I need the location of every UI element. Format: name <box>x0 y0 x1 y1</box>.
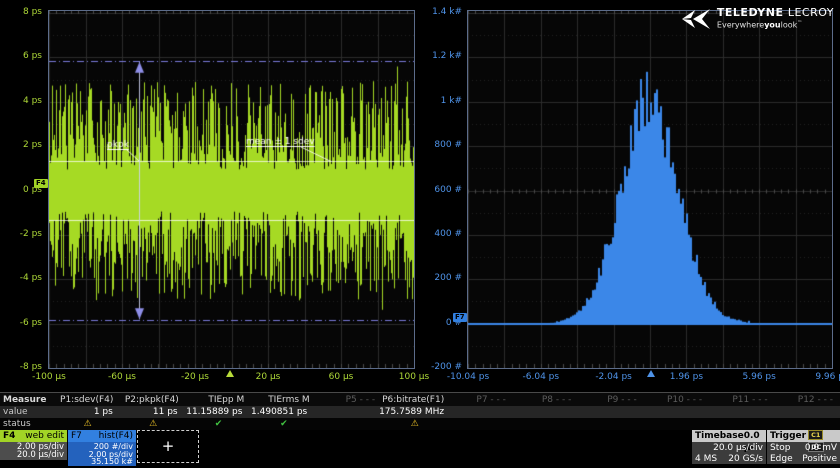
axis-tick-label: 1 k# <box>420 96 462 106</box>
trigger-title: Trigger <box>770 430 806 442</box>
f7-descriptor-box[interactable]: F7hist(F4) 200 #/div2.00 ps/div35.150 k# <box>68 430 136 466</box>
measure-param-value: 1.490851 ps <box>249 407 314 417</box>
histogram-grid[interactable] <box>467 10 833 369</box>
right-trigger-position-marker[interactable] <box>647 370 655 377</box>
measure-param-header[interactable]: P12 - - - <box>775 395 840 405</box>
axis-tick-label: 800 # <box>420 140 462 150</box>
timebase-descriptor-box[interactable]: Timebase0.0 µs 20.0 µs/div 4 MS 20 GS/s <box>692 430 766 464</box>
axis-tick-label: 9.96 ps <box>800 372 840 382</box>
timebase-samplerate: 20 GS/s <box>728 454 763 465</box>
warning-icon: ⚠ <box>120 419 185 430</box>
measure-param-value: 11 ps <box>120 407 185 417</box>
measure-param-header[interactable]: TIEpp M <box>186 395 251 405</box>
plus-icon: + <box>162 437 175 455</box>
warning-icon: ⚠ <box>55 419 120 430</box>
axis-tick-label: 6 ps <box>0 51 42 61</box>
axis-tick-label: -6 ps <box>0 318 42 328</box>
measure-param-value: 175.7589 MHz <box>379 407 451 417</box>
axis-tick-label: -20 µs <box>163 372 227 382</box>
f4-id: F4 <box>3 430 15 442</box>
f7-scale-line: 35.150 k# <box>71 458 133 466</box>
measure-value-row: value 1 ps11 ps11.15889 ps1.490851 ps 175… <box>0 406 840 418</box>
axis-tick-label: -100 µs <box>17 372 81 382</box>
trigger-slope: Positive <box>802 454 837 465</box>
axis-tick-label: 2 ps <box>0 140 42 150</box>
add-trace-button[interactable]: + <box>137 430 199 463</box>
timebase-memory: 4 MS <box>695 454 717 465</box>
measure-status-row: status ⚠⚠✔✔⚠ <box>0 418 840 430</box>
measure-param-header[interactable]: TIErms M <box>251 395 316 405</box>
axis-tick-label: 1.2 k# <box>420 51 462 61</box>
left-trigger-position-marker[interactable] <box>226 370 234 377</box>
f7-trace-badge[interactable]: F7 <box>453 313 467 322</box>
oscilloscope-screen: 8 ps6 ps4 ps2 ps0 ps-2 ps-4 ps-6 ps-8 ps… <box>0 0 840 468</box>
axis-tick-label: -60 µs <box>90 372 154 382</box>
left-plot-y-axis: 8 ps6 ps4 ps2 ps0 ps-2 ps-4 ps-6 ps-8 ps <box>0 10 45 369</box>
measure-table: Measure P1:sdev(F4)P2:pkpk(F4)TIEpp MTIE… <box>0 392 840 430</box>
axis-tick-label: 400 # <box>420 229 462 239</box>
timebase-scale: 20.0 µs/div <box>713 443 763 454</box>
axis-tick-label: 200 # <box>420 273 462 283</box>
axis-tick-label: 20 µs <box>236 372 300 382</box>
f4-descriptor-box[interactable]: F4web edit 2.00 ps/div20.0 µs/div <box>0 430 67 460</box>
axis-tick-label: 4 ps <box>0 96 42 106</box>
brand-tagline: Everywhereyoulook™ <box>717 19 834 30</box>
axis-tick-label: -2.04 ps <box>582 372 646 382</box>
teledyne-lecroy-logo: TELEDYNE LECROY Everywhereyoulook™ <box>682 7 834 31</box>
axis-tick-label: 1.96 ps <box>654 372 718 382</box>
measure-param-header[interactable]: P7 - - - <box>447 395 512 405</box>
f4-scale-line: 20.0 µs/div <box>3 451 64 459</box>
axis-tick-label: 5.96 ps <box>727 372 791 382</box>
tie-track-grid[interactable] <box>48 10 415 369</box>
measure-param-header[interactable]: P5 - - - <box>317 395 382 405</box>
warning-icon: ⚠ <box>382 419 447 430</box>
check-icon: ✔ <box>251 419 316 430</box>
measure-param-header[interactable]: P8 - - - <box>513 395 578 405</box>
timebase-offset: 0.0 µs <box>744 430 763 442</box>
measure-param-value: 11.15889 ps <box>185 407 250 417</box>
axis-tick-label: 8 ps <box>0 7 42 17</box>
measure-param-value: 1 ps <box>55 407 120 417</box>
teledyne-arrows-icon <box>682 7 712 31</box>
axis-tick-label: 600 # <box>420 185 462 195</box>
trigger-level: 0.0 mV <box>805 443 837 454</box>
measure-param-header[interactable]: P10 - - - <box>644 395 709 405</box>
brand-name: TELEDYNE LECROY <box>717 7 834 19</box>
trigger-descriptor-box[interactable]: Trigger C1DC Stop0.0 mV EdgePositive <box>767 430 840 464</box>
trigger-source-badge: C1 <box>808 430 823 440</box>
status-row-label: status <box>0 419 55 429</box>
trigger-mode: Stop <box>770 443 790 454</box>
axis-tick-label: -6.04 ps <box>509 372 573 382</box>
measure-param-header[interactable]: P6:bitrate(F1) <box>382 395 447 405</box>
measure-param-header[interactable]: P1:sdev(F4) <box>55 395 120 405</box>
f4-channel-badge[interactable]: F4 <box>34 179 48 188</box>
measure-param-header[interactable]: P2:pkpk(F4) <box>120 395 185 405</box>
f7-id: F7 <box>71 430 82 442</box>
timebase-title: Timebase <box>695 430 744 442</box>
measure-row-label: Measure <box>0 395 55 405</box>
measure-header-row: Measure P1:sdev(F4)P2:pkpk(F4)TIEpp MTIE… <box>0 393 840 406</box>
axis-tick-label: -200 # <box>420 362 462 372</box>
axis-tick-label: 1.4 k# <box>420 7 462 17</box>
tie-track-plot[interactable] <box>49 11 414 368</box>
check-icon: ✔ <box>186 419 251 430</box>
axis-tick-label: -4 ps <box>0 273 42 283</box>
axis-tick-label: -10.04 ps <box>436 372 500 382</box>
axis-tick-label: 60 µs <box>309 372 373 382</box>
f4-mode: web edit <box>25 430 64 442</box>
tie-histogram-plot[interactable] <box>468 11 832 368</box>
value-row-label: value <box>0 407 55 417</box>
axis-tick-label: -8 ps <box>0 362 42 372</box>
axis-tick-label: -2 ps <box>0 229 42 239</box>
f7-mode: hist(F4) <box>99 430 133 442</box>
trigger-type: Edge <box>770 454 793 465</box>
measure-param-header[interactable]: P9 - - - <box>578 395 643 405</box>
measure-param-header[interactable]: P11 - - - <box>709 395 774 405</box>
